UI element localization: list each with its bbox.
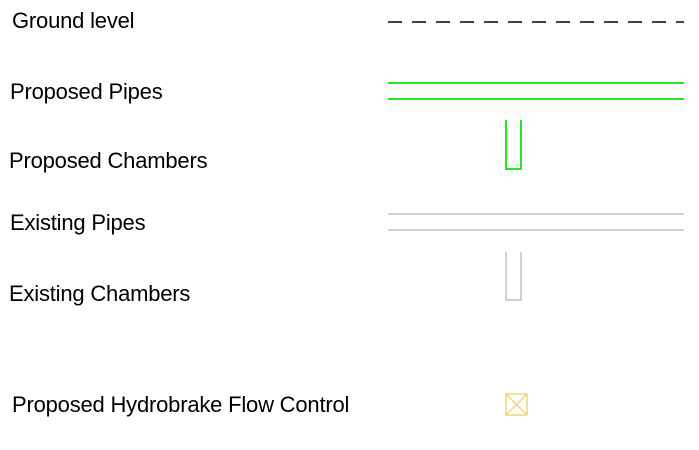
legend-symbols bbox=[388, 21, 684, 416]
existing-chamber-symbol bbox=[505, 252, 522, 301]
proposed-pipes-symbol bbox=[388, 82, 684, 100]
hydrobrake-crossed-box-icon bbox=[505, 393, 528, 416]
proposed-chamber-symbol bbox=[505, 120, 522, 170]
existing-pipes-symbol bbox=[388, 213, 684, 231]
